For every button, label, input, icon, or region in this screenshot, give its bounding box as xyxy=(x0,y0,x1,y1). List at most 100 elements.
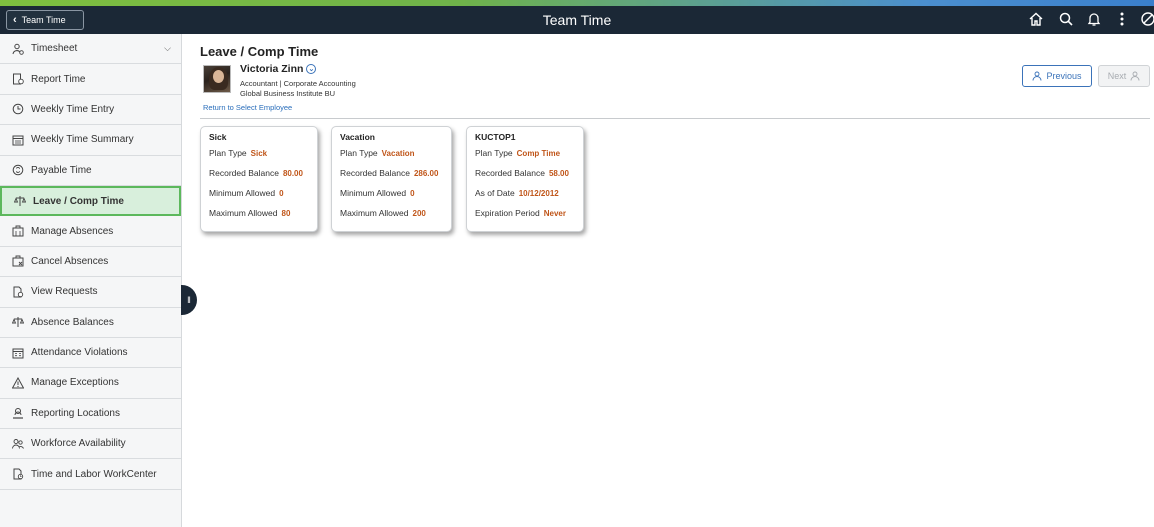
row-label: Plan Type xyxy=(340,148,378,158)
balance-icon xyxy=(12,316,24,328)
row-label: Maximum Allowed xyxy=(340,208,409,218)
more-options-icon[interactable] xyxy=(1114,11,1132,29)
employee-name-row[interactable]: Victoria Zinn ⌄ xyxy=(240,63,317,75)
row-value: Comp Time xyxy=(516,149,561,158)
collapse-sidebar-handle[interactable]: ‖ xyxy=(181,285,197,315)
person-icon xyxy=(1033,71,1042,81)
calendar-icon xyxy=(12,347,24,359)
app-header: ‹ Team Time Team Time xyxy=(0,6,1154,34)
card-row: Maximum Allowed 80 xyxy=(209,208,309,228)
row-value: 200 xyxy=(412,209,426,218)
row-value: 286.00 xyxy=(413,169,439,178)
row-label: Recorded Balance xyxy=(340,168,410,178)
sidebar-item-label: Leave / Comp Time xyxy=(33,195,124,207)
sidebar-item-leave-comp-time[interactable]: Leave / Comp Time xyxy=(0,185,181,217)
row-label: Plan Type xyxy=(475,148,513,158)
card-title: Sick xyxy=(209,132,227,142)
sidebar-item-label: Manage Exceptions xyxy=(31,377,119,389)
plan-card-kuctop1[interactable]: KUCTOP1 Plan Type Comp Time Recorded Bala… xyxy=(466,126,584,232)
payable-icon xyxy=(12,164,24,176)
chevron-down-circle-icon[interactable]: ⌄ xyxy=(306,64,317,74)
sidebar-item-absence-balances[interactable]: Absence Balances xyxy=(0,308,181,338)
row-value: 80 xyxy=(281,209,291,218)
calendar-summary-icon xyxy=(12,134,24,146)
row-label: Minimum Allowed xyxy=(209,188,276,198)
row-label: Minimum Allowed xyxy=(340,188,407,198)
card-title: Vacation xyxy=(340,132,375,142)
sidebar-item-attendance-violations[interactable]: Attendance Violations xyxy=(0,338,181,369)
row-label: Recorded Balance xyxy=(475,168,545,178)
page-header-title: Team Time xyxy=(542,12,612,28)
person-icon xyxy=(1130,71,1140,81)
sidebar-item-payable-time[interactable]: Payable Time xyxy=(0,156,181,186)
sidebar-item-time-and-labor-workcenter[interactable]: Time and Labor WorkCenter xyxy=(0,459,181,490)
card-row: Plan Type Comp Time xyxy=(475,148,575,168)
card-title: KUCTOP1 xyxy=(475,132,516,142)
sidebar-item-cancel-absences[interactable]: Cancel Absences xyxy=(0,247,181,278)
absence-icon xyxy=(12,225,24,237)
sidebar-item-label: Time and Labor WorkCenter xyxy=(31,468,157,480)
pause-bars-icon: ‖ xyxy=(187,295,191,305)
sidebar-item-label: Payable Time xyxy=(31,164,92,176)
employee-name: Victoria Zinn xyxy=(240,63,304,75)
sidebar-item-label: Reporting Locations xyxy=(31,407,120,419)
sidebar-item-label: Workforce Availability xyxy=(31,438,126,450)
sidebar-item-view-requests[interactable]: View Requests xyxy=(0,277,181,308)
page-title: Leave / Comp Time xyxy=(200,44,319,59)
card-row: As of Date 10/12/2012 xyxy=(475,188,575,208)
sidebar-item-manage-absences[interactable]: Manage Absences xyxy=(0,216,181,247)
sidebar-item-weekly-time-summary[interactable]: Weekly Time Summary xyxy=(0,125,181,156)
row-label: Plan Type xyxy=(209,148,247,158)
next-button-label: Next xyxy=(1107,71,1127,81)
sidebar-item-label: Cancel Absences xyxy=(31,255,109,267)
row-label: Expiration Period xyxy=(475,208,540,218)
sidebar-item-timesheet[interactable]: Timesheet ⌵ xyxy=(0,34,181,65)
sidebar-item-manage-exceptions[interactable]: Manage Exceptions xyxy=(0,368,181,399)
previous-button[interactable]: Previous xyxy=(1022,65,1092,87)
header-divider xyxy=(200,118,1150,119)
sidebar-item-weekly-time-entry[interactable]: Weekly Time Entry xyxy=(0,95,181,126)
row-value: 10/12/2012 xyxy=(518,189,559,198)
sidebar-item-workforce-availability[interactable]: Workforce Availability xyxy=(0,429,181,460)
sidebar-item-report-time[interactable]: Report Time xyxy=(0,64,181,95)
row-label: As of Date xyxy=(475,188,515,198)
sidebar-item-label: Absence Balances xyxy=(31,316,114,328)
location-icon xyxy=(12,407,24,419)
search-icon[interactable] xyxy=(1058,11,1076,29)
bell-icon[interactable] xyxy=(1086,11,1104,29)
person-clock-icon xyxy=(12,43,24,55)
employee-business-unit: Global Business Institute BU xyxy=(240,89,336,98)
row-value: Vacation xyxy=(381,149,415,158)
sidebar-item-label: Timesheet xyxy=(31,43,78,55)
clock-icon xyxy=(12,103,24,115)
card-row: Minimum Allowed 0 xyxy=(209,188,309,208)
return-to-select-employee-link[interactable]: Return to Select Employee xyxy=(203,103,292,112)
home-icon[interactable] xyxy=(1028,11,1046,29)
row-label: Maximum Allowed xyxy=(209,208,278,218)
card-row: Maximum Allowed 200 xyxy=(340,208,443,228)
sidebar-item-label: Report Time xyxy=(31,73,86,85)
row-value: Never xyxy=(543,209,566,218)
warning-icon xyxy=(12,376,24,389)
card-row: Plan Type Sick xyxy=(209,148,309,168)
sidebar: Timesheet ⌵ Report Time Weekly Time Entr… xyxy=(0,34,182,527)
card-row: Recorded Balance 80.00 xyxy=(209,168,309,188)
next-button[interactable]: Next xyxy=(1098,65,1150,87)
card-row: Recorded Balance 58.00 xyxy=(475,168,575,188)
sidebar-item-reporting-locations[interactable]: Reporting Locations xyxy=(0,399,181,430)
plan-card-sick[interactable]: Sick Plan Type Sick Recorded Balance 80.00… xyxy=(200,126,318,232)
sidebar-item-label: Manage Absences xyxy=(31,225,114,237)
navbar-icon[interactable] xyxy=(1140,11,1154,29)
balance-icon xyxy=(14,195,26,207)
row-value: 80.00 xyxy=(282,169,303,178)
previous-button-label: Previous xyxy=(1046,71,1082,81)
report-icon xyxy=(12,73,24,85)
plan-card-vacation[interactable]: Vacation Plan Type Vacation Recorded Bala… xyxy=(331,126,452,232)
card-row: Expiration Period Never xyxy=(475,208,575,228)
sidebar-item-label: Weekly Time Summary xyxy=(31,134,134,146)
card-row: Plan Type Vacation xyxy=(340,148,443,168)
chevron-down-icon[interactable]: ⌵ xyxy=(164,43,171,54)
cancel-absence-icon xyxy=(12,255,24,267)
employee-photo xyxy=(203,65,231,93)
row-label: Recorded Balance xyxy=(209,168,279,178)
